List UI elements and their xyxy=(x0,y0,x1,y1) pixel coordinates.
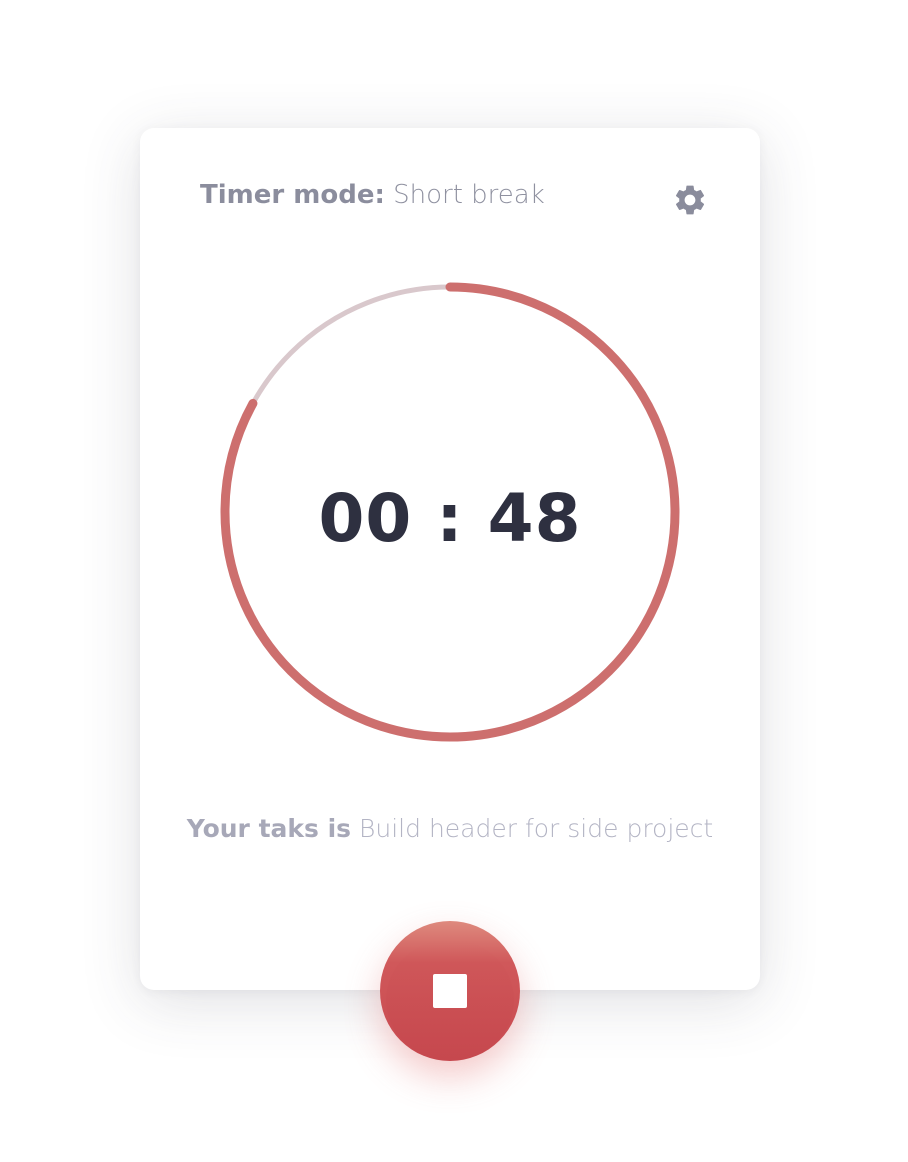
gear-icon[interactable] xyxy=(672,182,708,218)
current-task: Your taks is Build header for side proje… xyxy=(140,814,760,843)
timer-mode-value: Short break xyxy=(393,180,545,210)
task-value: Build header for side project xyxy=(359,814,714,843)
stop-button[interactable] xyxy=(380,921,520,1061)
countdown-display: 00 : 48 xyxy=(318,480,582,557)
timer-card: Timer mode: Short break 00 : 48 Your tak… xyxy=(140,128,760,990)
task-label: Your taks is xyxy=(186,814,352,843)
timer-mode-label: Timer mode: xyxy=(200,180,385,210)
stop-icon xyxy=(433,974,467,1008)
timer-mode: Timer mode: Short break xyxy=(200,180,545,210)
